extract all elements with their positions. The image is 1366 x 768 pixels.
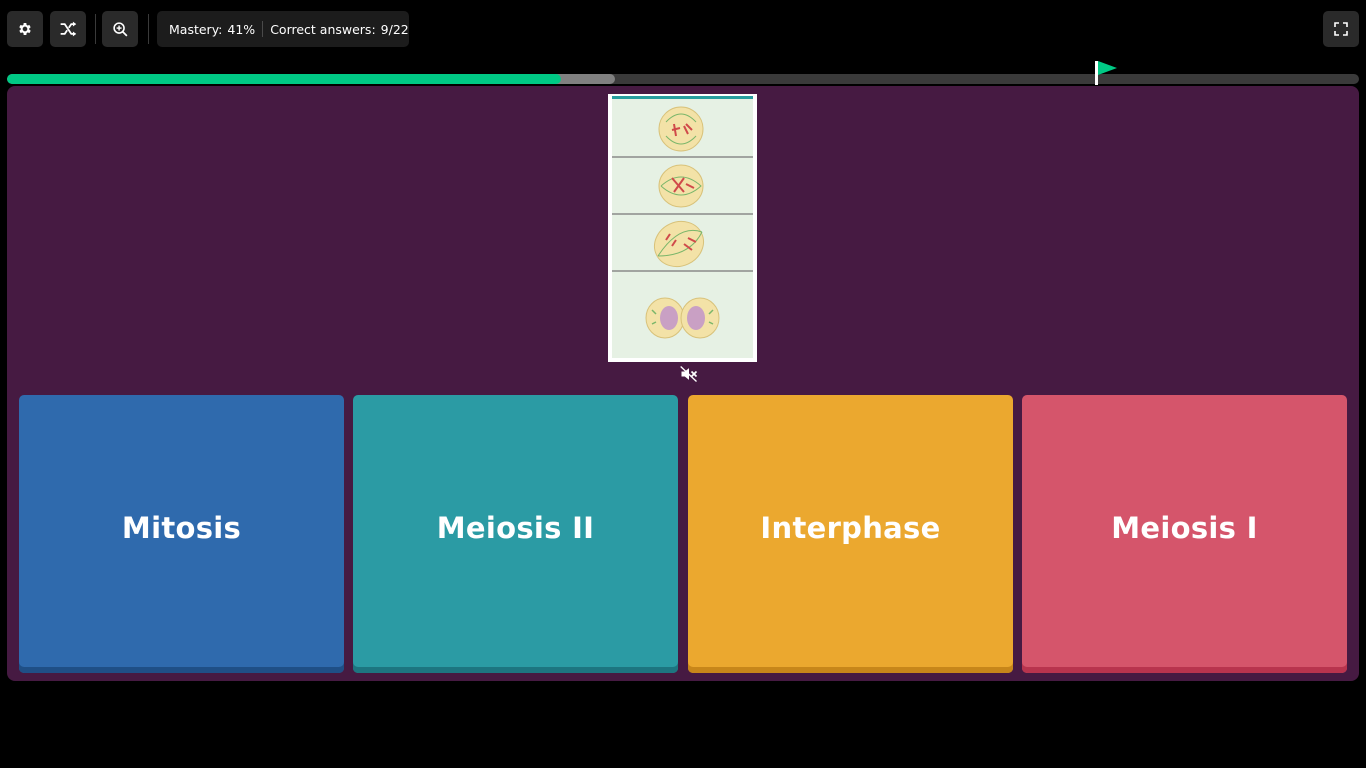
answer-option-interphase[interactable]: Interphase	[688, 395, 1013, 673]
muted-speaker-icon[interactable]	[679, 364, 699, 384]
cell-division-stages-image	[612, 96, 753, 358]
goal-flag-icon	[1098, 61, 1118, 75]
progress-bar	[7, 74, 1359, 84]
gear-icon	[19, 23, 31, 35]
question-stage: Mitosis Meiosis II Interphase Meiosis I	[7, 86, 1359, 681]
toolbar-divider	[95, 14, 96, 44]
progress-correct-fill	[7, 74, 562, 84]
powerups-button[interactable]	[50, 11, 86, 47]
answer-option-label: Meiosis II	[436, 511, 595, 545]
answer-option-mitosis[interactable]: Mitosis	[19, 395, 344, 673]
question-image[interactable]	[608, 94, 757, 362]
answer-option-label: Mitosis	[121, 511, 242, 545]
mastery-label: Mastery:	[169, 21, 223, 37]
toolbar-divider	[148, 14, 149, 44]
zoom-in-icon	[112, 21, 127, 36]
answer-option-label: Meiosis I	[1111, 511, 1258, 545]
correct-answers-value: 9/22	[380, 21, 409, 37]
mastery-value: 41%	[227, 21, 256, 37]
shuffle-arrows-icon	[60, 21, 77, 37]
stats-panel: Mastery: 41% Correct answers: 9/22	[157, 11, 409, 47]
answer-option-label: Interphase	[760, 511, 941, 545]
correct-answers-label: Correct answers:	[270, 21, 376, 37]
settings-button[interactable]	[7, 11, 43, 47]
stats-divider	[262, 21, 264, 37]
zoom-button[interactable]	[102, 11, 138, 47]
fullscreen-icon	[1334, 22, 1348, 36]
answer-option-meiosis-ii[interactable]: Meiosis II	[353, 395, 678, 673]
fullscreen-button[interactable]	[1323, 11, 1359, 47]
answer-option-meiosis-i[interactable]: Meiosis I	[1022, 395, 1347, 673]
